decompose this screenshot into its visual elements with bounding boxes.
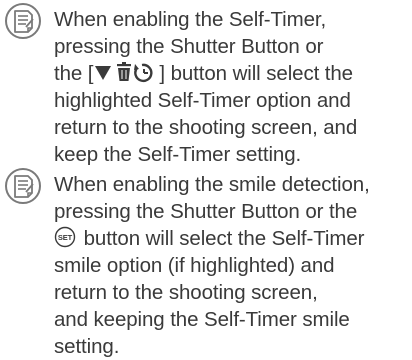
note-line-part: ] button will select the bbox=[159, 62, 353, 85]
svg-text:SET: SET bbox=[58, 233, 73, 242]
note-line: pressing the Shutter Button or bbox=[54, 35, 324, 58]
down-trash-timer-button-icon bbox=[95, 62, 153, 83]
note-line: return to the shooting screen, and bbox=[54, 116, 358, 139]
note-memo-icon bbox=[5, 168, 41, 204]
note-line: highlighted Self-Timer option and bbox=[54, 89, 351, 112]
note-text: When enabling the smile detection, press… bbox=[54, 171, 406, 360]
note-line: pressing the Shutter Button or the bbox=[54, 200, 358, 223]
set-button-icon: SET bbox=[54, 226, 76, 248]
note-line-part: the [ bbox=[54, 62, 94, 85]
note-line: return to the shooting screen, bbox=[54, 281, 318, 304]
note-line: When enabling the smile detection, bbox=[54, 173, 370, 196]
note-memo-icon bbox=[5, 3, 41, 39]
note-line: and keeping the Self-Timer smile bbox=[54, 308, 350, 331]
note-line: smile option (if highlighted) and bbox=[54, 254, 335, 277]
note-line-with-symbol: the [ ] button will select the bbox=[54, 60, 406, 87]
note-line-part: button will select the Self-Timer bbox=[78, 227, 365, 250]
note-line: When enabling the Self-Timer, bbox=[54, 8, 327, 31]
note-line: keep the Self-Timer setting. bbox=[54, 143, 302, 166]
note-text: When enabling the Self-Timer, pressing t… bbox=[54, 6, 406, 168]
note-line: setting. bbox=[54, 335, 120, 358]
note-line-with-symbol: SET button will select the Self-Timer bbox=[54, 225, 406, 252]
